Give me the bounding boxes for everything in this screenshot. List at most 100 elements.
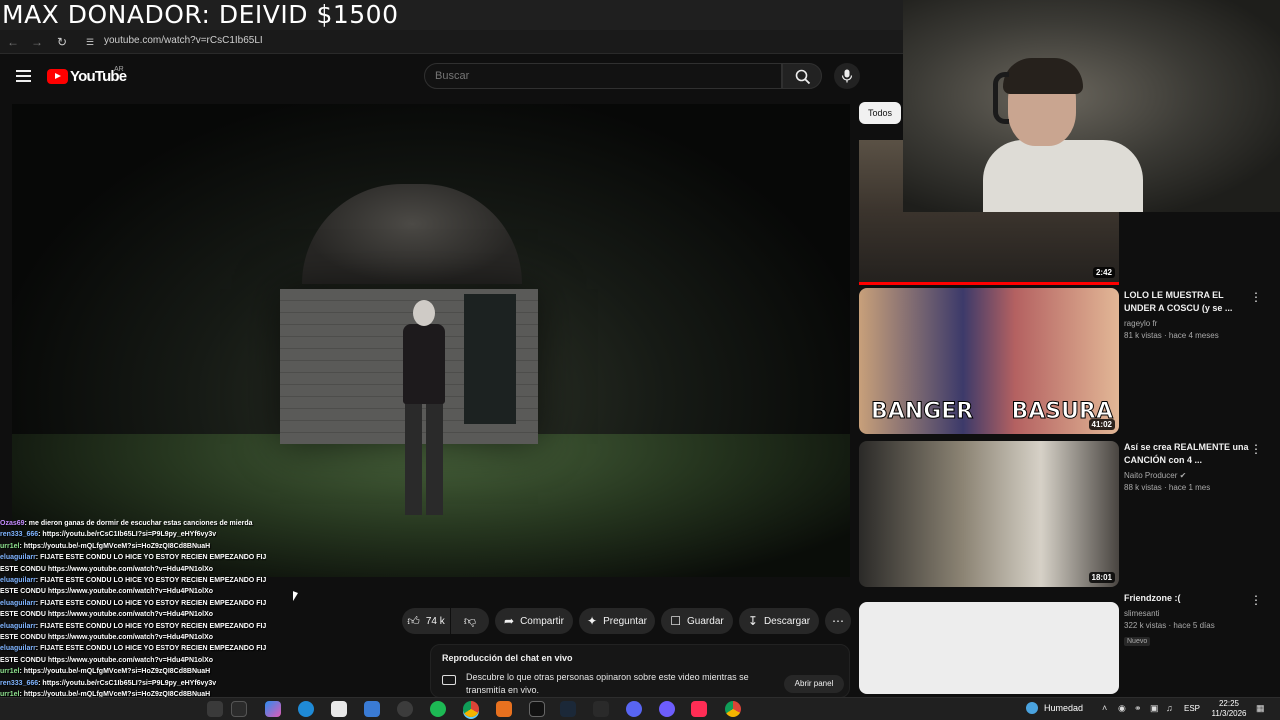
open-panel-button[interactable]: Abrir panel [784,675,844,693]
video-thumbnail[interactable]: 18:01 [859,441,1119,587]
video-title[interactable]: LOLO LE MUESTRA EL UNDER A COSCU (y se .… [1124,289,1250,315]
tiktok-icon[interactable] [691,701,707,717]
language-indicator[interactable]: ESP [1184,704,1200,713]
network-icon[interactable]: ▣ [1150,703,1159,714]
forward-icon[interactable]: → [28,33,46,51]
share-label: Compartir [520,615,564,627]
chrome-icon[interactable] [463,701,479,717]
chat-username: eluaguilarr [0,554,36,562]
tray-chevron-icon[interactable]: ˄ [1102,703,1107,713]
steam-icon[interactable] [560,701,576,717]
ask-label: Preguntar [603,615,647,627]
search-icon [795,69,811,85]
weather-icon[interactable] [1026,702,1038,714]
filter-chip-all[interactable]: Todos [859,102,901,124]
chat-app-icon[interactable] [659,701,675,717]
chat-username: eluaguilarr [0,577,36,585]
chat-text: ESTE CONDU https://www.youtube.com/watch… [0,611,214,619]
folder-icon[interactable] [364,701,380,717]
share-button[interactable]: ➦ Compartir [495,608,573,634]
search-input[interactable] [435,70,765,82]
channel-name[interactable]: rageylo fr [1124,319,1250,328]
store-icon[interactable] [331,701,347,717]
headphones-icon [993,72,1009,124]
more-vertical-icon[interactable]: ⋮ [1250,290,1262,304]
reload-icon[interactable]: ↻ [53,33,71,51]
copilot-icon[interactable] [265,701,281,717]
chat-username: eluaguilarr [0,622,36,630]
download-icon: ↧ [747,614,758,628]
video-title[interactable]: Friendzone :( [1124,592,1250,605]
like-button[interactable]: 👍︎ 74 k [402,608,450,634]
notification-icon[interactable]: ▦ [1256,703,1265,714]
chat-text: ESTE CONDU https://www.youtube.com/watch… [0,656,214,664]
url-field[interactable]: youtube.com/watch?v=rCsC1Ib65LI [104,35,263,46]
weather-label[interactable]: Humedad [1044,703,1083,713]
streamer-webcam [903,0,1280,212]
tray-app-icon[interactable]: ◉ [1118,703,1126,714]
video-player[interactable] [12,104,850,577]
video-thumbnail[interactable]: BANGER BASURA 41:02 [859,288,1119,434]
save-button[interactable]: ☐ Guardar [661,608,733,634]
task-view-icon[interactable] [231,701,247,717]
waves-icon[interactable] [529,701,545,717]
stream-donor-overlay: MAX DONADOR: DEIVID $1500 [2,0,399,29]
volume-icon[interactable]: ♫ [1166,703,1173,713]
download-button[interactable]: ↧ Descargar [739,608,819,634]
fl-studio-icon[interactable] [496,701,512,717]
chat-username: urr1el [0,668,20,676]
video-views: 81 k vistas · hace 4 meses [1124,331,1219,340]
more-vertical-icon[interactable]: ⋮ [1250,442,1262,456]
channel-name-text: Naito Producer [1124,471,1178,480]
site-info-icon[interactable]: ☰ [81,33,99,51]
observatory-dome [302,184,522,284]
chat-text: : FIJATE ESTE CONDU LO HICE YO ESTOY REC… [35,622,266,630]
voice-search-button[interactable] [834,63,860,89]
chat-text: : https://youtu.be/rCsC1Ib65LI?si=P9L9py… [38,531,217,539]
chat-message: ESTE CONDU https://www.youtube.com/watch… [0,632,266,643]
hamburger-menu-icon[interactable] [16,70,31,82]
video-meta[interactable]: Friendzone :( slimesanti 322 k vistas · … [1124,592,1250,648]
spotify-icon[interactable] [430,701,446,717]
chat-message: eluaguilarr: FIJATE ESTE CONDU LO HICE Y… [0,621,266,632]
figure-jacket [403,324,445,404]
obs-icon[interactable] [397,701,413,717]
windows-start-icon[interactable] [207,701,223,717]
chrome-profile-icon[interactable] [725,701,741,717]
ask-button[interactable]: ✦ Preguntar [579,608,655,634]
chat-username: urr1el [0,542,20,550]
sparkle-icon: ✦ [587,614,598,628]
youtube-logo-icon[interactable] [47,69,68,84]
chat-message: eluaguilarr: FIJATE ESTE CONDU LO HICE Y… [0,552,266,563]
video-meta[interactable]: LOLO LE MUESTRA EL UNDER A COSCU (y se .… [1124,289,1250,340]
discord-icon[interactable] [626,701,642,717]
search-button[interactable] [782,63,822,89]
chat-username: eluaguilarr [0,599,36,607]
chat-message: ESTE CONDU https://www.youtube.com/watch… [0,586,266,597]
chat-text: : https://youtu.be/-mQLfgMVceM?si=HoZ9zQ… [19,668,211,676]
video-duration: 18:01 [1088,572,1115,583]
settings-gear-icon[interactable] [593,701,609,717]
microphone-tray-icon[interactable]: ⚭ [1134,703,1142,714]
chat-message: urr1el: https://youtu.be/-mQLfgMVceM?si=… [0,666,266,677]
back-icon[interactable]: ← [4,33,22,51]
bookmark-icon: ☐ [670,614,682,628]
video-views: 88 k vistas · hace 1 mes [1124,483,1211,492]
channel-name[interactable]: Naito Producer ✔ [1124,471,1250,480]
microphone-icon [841,69,853,83]
like-count: 74 k [425,615,445,627]
video-meta[interactable]: Así se crea REALMENTE una CANCIÓN con 4 … [1124,441,1250,492]
edge-icon[interactable] [298,701,314,717]
more-actions-button[interactable]: ⋯ [825,608,851,634]
webcam-person-hair [1003,58,1083,94]
more-vertical-icon[interactable]: ⋮ [1250,593,1262,607]
clock-date: 11/3/2026 [1211,709,1247,718]
channel-name[interactable]: slimesanti [1124,609,1250,618]
chat-text: : me dieron ganas de dormir de escuchar … [24,520,253,527]
chat-username: Ozas69 [0,520,25,527]
dislike-button[interactable]: 👎︎ [451,608,489,634]
video-title[interactable]: Así se crea REALMENTE una CANCIÓN con 4 … [1124,441,1250,467]
clock[interactable]: 22:25 11/3/2026 [1206,699,1252,719]
chat-message: urr1el: https://youtu.be/-mQLfgMVceM?si=… [0,541,266,552]
video-thumbnail[interactable] [859,602,1119,694]
